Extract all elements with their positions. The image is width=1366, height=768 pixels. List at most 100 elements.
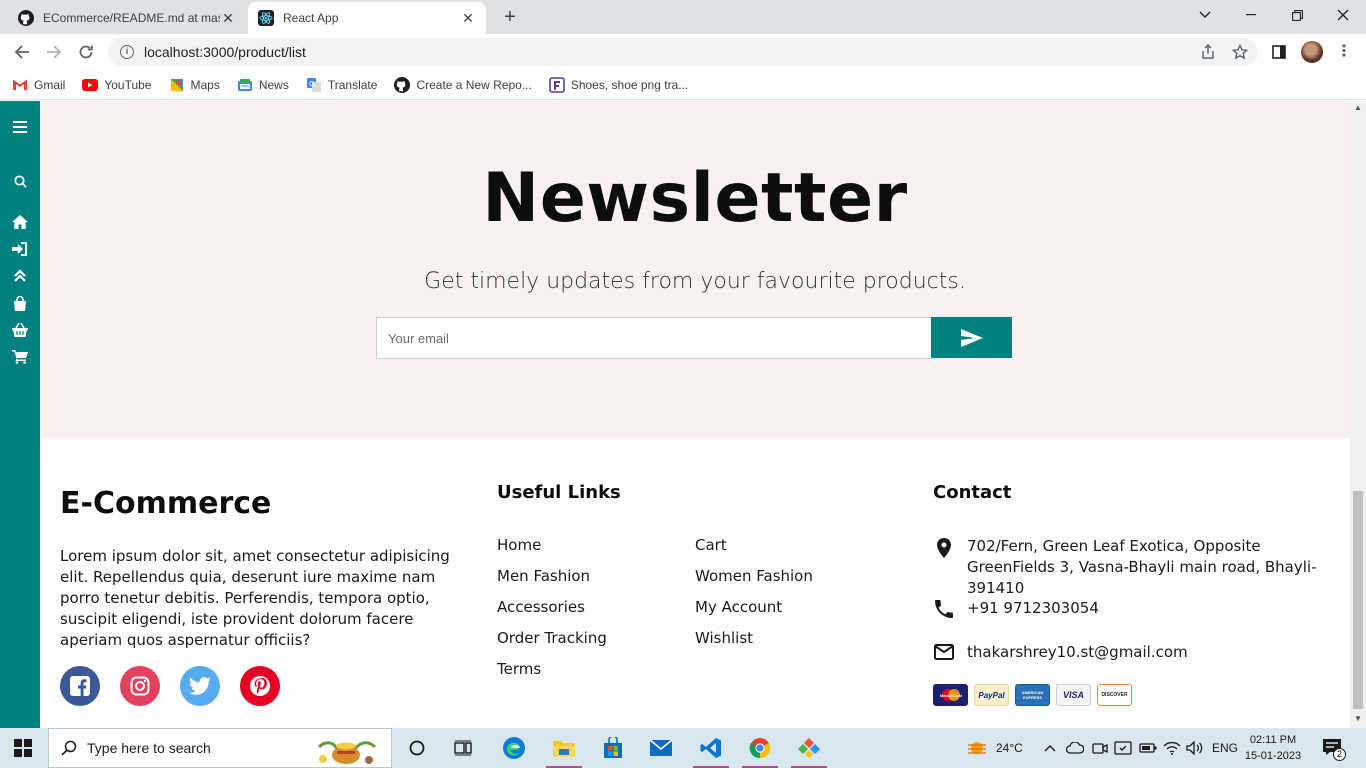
bookmark-label: Maps — [190, 77, 220, 92]
bookmark-label: News — [258, 77, 289, 92]
notification-count: 2 — [1333, 748, 1346, 761]
share-icon[interactable] — [1196, 40, 1220, 64]
close-tab-icon[interactable]: ✕ — [220, 10, 236, 27]
footer-link-home[interactable]: Home — [497, 536, 541, 554]
meet-now-icon[interactable] — [1092, 728, 1108, 768]
profile-avatar[interactable] — [1301, 41, 1323, 63]
footer-link-order-tracking[interactable]: Order Tracking — [497, 629, 607, 647]
shopping-bag-icon[interactable] — [10, 293, 30, 313]
microsoft-store-icon[interactable] — [590, 728, 636, 768]
volume-icon[interactable] — [1186, 728, 1204, 768]
wifi-icon[interactable] — [1163, 728, 1181, 768]
file-explorer-icon[interactable] — [541, 728, 587, 768]
mastercard-icon: MasterCard — [933, 684, 968, 706]
footer-link-accessories[interactable]: Accessories — [497, 598, 585, 616]
twitter-icon[interactable] — [180, 666, 220, 706]
youtube-icon — [82, 77, 99, 93]
onedrive-icon[interactable] — [1066, 728, 1084, 768]
festival-pot-icon — [315, 733, 377, 765]
bookmark-shoes-png[interactable]: Shoes, shoe png tra... — [549, 76, 688, 93]
login-icon[interactable] — [10, 239, 30, 259]
newsletter-submit-button[interactable] — [931, 317, 1012, 358]
back-icon[interactable] — [10, 40, 34, 64]
home-icon[interactable] — [10, 212, 30, 232]
reload-icon[interactable] — [74, 40, 98, 64]
restore-icon[interactable] — [1274, 0, 1320, 30]
chrome-icon[interactable] — [737, 728, 783, 768]
newsletter-email-input[interactable] — [376, 317, 932, 359]
scroll-up-icon[interactable]: ▲ — [1354, 104, 1362, 112]
bookmark-maps[interactable]: Maps — [169, 77, 220, 93]
contact-title: Contact — [933, 482, 1012, 503]
upgrade-icon[interactable] — [10, 266, 30, 286]
scroll-down-icon[interactable]: ▼ — [1354, 715, 1362, 723]
forward-icon[interactable] — [42, 40, 66, 64]
new-tab-button[interactable]: + — [498, 5, 522, 29]
bookmark-label: YouTube — [104, 77, 152, 92]
tab-title: ECommerce/README.md at master — [43, 11, 220, 25]
contact-email: thakarshrey10.st@gmail.com — [933, 642, 1332, 663]
instagram-icon[interactable] — [120, 666, 160, 706]
bookmarks-bar: Gmail YouTube Maps News G Translate Crea… — [0, 70, 1366, 100]
edge-icon[interactable] — [491, 728, 537, 768]
translate-icon: G — [306, 77, 322, 93]
footer-link-terms[interactable]: Terms — [497, 660, 541, 678]
bookmark-label: Create a New Repo... — [416, 77, 532, 92]
search-icon[interactable] — [10, 171, 30, 191]
bookmark-gmail[interactable]: Gmail — [12, 77, 65, 93]
newsletter-section: Newsletter Get timely updates from your … — [40, 101, 1350, 438]
scrollbar-thumb[interactable] — [1353, 491, 1363, 709]
weather-widget[interactable]: 24°C — [966, 728, 1023, 768]
footer-link-wishlist[interactable]: Wishlist — [695, 629, 753, 647]
bookmark-youtube[interactable]: YouTube — [82, 77, 152, 93]
close-tab-icon[interactable]: ✕ — [460, 10, 476, 27]
taskbar-clock[interactable]: 02:11 PM 15-01-2023 — [1243, 732, 1303, 764]
facebook-icon[interactable] — [60, 666, 100, 706]
bookmark-news[interactable]: News — [237, 77, 289, 93]
clock-date: 15-01-2023 — [1244, 750, 1302, 762]
chevron-up-icon — [1044, 745, 1056, 752]
amex-icon: AMERICAN EXPRESS — [1015, 684, 1050, 706]
battery-icon[interactable] — [1139, 728, 1157, 768]
menu-kebab-icon[interactable]: ⋮ — [1336, 41, 1352, 63]
email-text: thakarshrey10.st@gmail.com — [967, 643, 1188, 661]
close-window-icon[interactable] — [1320, 0, 1366, 30]
windows-taskbar: Type here to search 24°C ENG 02:11 PM 15… — [0, 728, 1366, 768]
tab-react-app[interactable]: React App ✕ — [248, 2, 486, 34]
bookmark-star-icon[interactable] — [1228, 40, 1252, 64]
notification-center-icon[interactable]: 2 — [1322, 738, 1346, 761]
show-hidden-icons[interactable] — [1044, 728, 1056, 768]
windows-start-icon[interactable] — [14, 739, 32, 757]
security-icon[interactable] — [1114, 728, 1132, 768]
location-pin-icon — [933, 536, 955, 558]
site-info-icon[interactable]: i — [120, 45, 134, 59]
payment-label: PayPal — [978, 690, 1005, 700]
mail-app-icon[interactable] — [638, 728, 684, 768]
tab-github-readme[interactable]: ECommerce/README.md at master ✕ — [8, 2, 246, 34]
cart-icon[interactable] — [10, 347, 30, 367]
vscode-icon[interactable] — [688, 728, 734, 768]
address-bar[interactable]: i localhost:3000/product/list — [108, 38, 1258, 66]
tab-search-icon[interactable] — [1182, 0, 1228, 30]
cortana-icon[interactable] — [394, 728, 440, 768]
footer-link-my-account[interactable]: My Account — [695, 598, 782, 616]
basket-icon[interactable] — [10, 320, 30, 340]
footer-link-men-fashion[interactable]: Men Fashion — [497, 567, 590, 585]
newsletter-subtitle: Get timely updates from your favourite p… — [424, 269, 966, 294]
language-indicator[interactable]: ENG — [1212, 728, 1238, 768]
bookmark-translate[interactable]: G Translate — [306, 77, 377, 93]
weather-sun-icon — [968, 742, 986, 754]
taskbar-search-box[interactable]: Type here to search — [48, 728, 392, 768]
page-scrollbar[interactable]: ▲ ▼ — [1350, 101, 1366, 728]
menu-icon[interactable] — [10, 117, 30, 137]
minimize-icon[interactable] — [1228, 0, 1274, 30]
footer-link-cart[interactable]: Cart — [695, 536, 727, 554]
footer-link-women-fashion[interactable]: Women Fashion — [695, 567, 813, 585]
pinterest-icon[interactable] — [240, 666, 280, 706]
footer-brand: E-Commerce — [60, 486, 272, 521]
git-app-icon[interactable] — [786, 728, 832, 768]
side-panel-icon[interactable] — [1267, 40, 1291, 64]
github-icon — [394, 76, 411, 93]
bookmark-create-repo[interactable]: Create a New Repo... — [394, 76, 532, 93]
task-view-icon[interactable] — [440, 728, 486, 768]
